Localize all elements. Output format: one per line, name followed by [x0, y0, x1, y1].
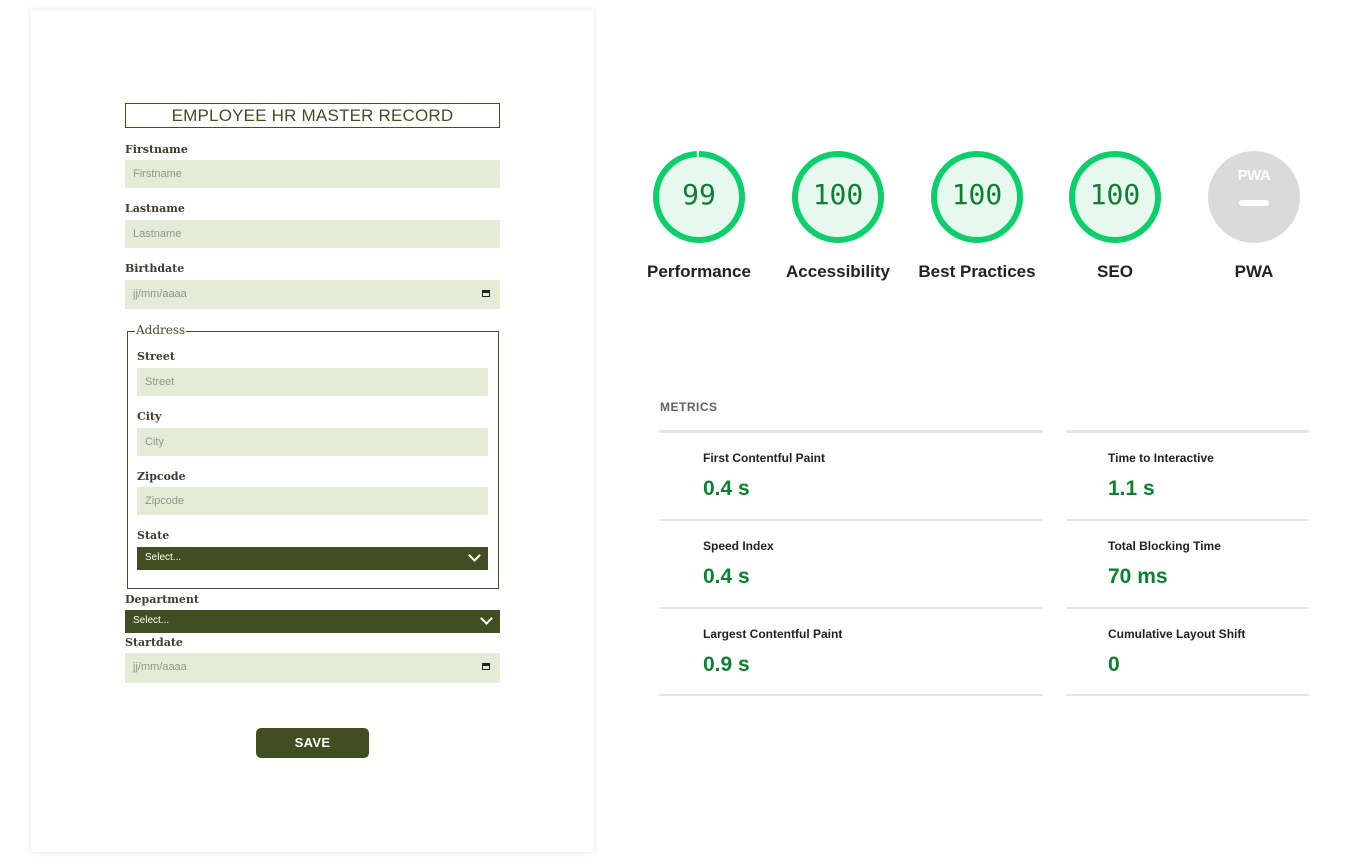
metric-value: 0.9 s — [703, 653, 750, 676]
city-label: City — [137, 410, 162, 423]
state-label: State — [137, 529, 170, 542]
zipcode-input[interactable]: Zipcode — [137, 487, 488, 515]
metrics-column-divider — [659, 430, 1043, 433]
department-select[interactable]: Select... — [125, 610, 500, 633]
chevron-down-icon — [480, 612, 493, 625]
street-input[interactable]: Street — [137, 368, 488, 396]
score-value: 100 — [812, 178, 864, 211]
metric-value: 0 — [1108, 653, 1120, 676]
metric-row-divider — [659, 607, 1043, 609]
address-legend: Address — [135, 323, 187, 337]
score-value: 100 — [1089, 178, 1141, 211]
metric-row-divider — [1066, 694, 1309, 696]
startdate-label: Startdate — [125, 636, 183, 649]
pwa-badge-text: PWA — [1237, 167, 1271, 184]
metric-label: Time to Interactive — [1108, 451, 1214, 465]
metric-row-divider — [659, 694, 1043, 696]
metric-label: Total Blocking Time — [1108, 539, 1221, 553]
birthdate-label: Birthdate — [125, 262, 185, 275]
score-gauge-pwa[interactable]: PWA PWA — [1207, 150, 1301, 281]
score-label: PWA — [1234, 262, 1274, 281]
metric-label: Speed Index — [703, 539, 774, 553]
calendar-icon[interactable] — [482, 663, 490, 670]
state-select[interactable]: Select... — [137, 547, 488, 570]
pwa-badge-icon — [1208, 151, 1300, 243]
metric-value: 1.1 s — [1108, 477, 1155, 500]
department-label: Department — [125, 593, 199, 606]
calendar-icon[interactable] — [482, 290, 490, 297]
firstname-label: Firstname — [125, 143, 188, 156]
score-value: 99 — [682, 178, 716, 211]
metric-row-divider — [1066, 519, 1309, 521]
startdate-placeholder: jj/mm/aaaa — [133, 661, 187, 673]
firstname-input[interactable]: Firstname — [125, 160, 500, 188]
score-gauge-seo[interactable]: 100 SEO — [1068, 150, 1162, 281]
birthdate-placeholder: jj/mm/aaaa — [133, 288, 187, 300]
metric-label: First Contentful Paint — [703, 451, 825, 465]
metric-value: 0.4 s — [703, 477, 750, 500]
metric-value: 0.4 s — [703, 565, 750, 588]
metrics-title: METRICS — [660, 400, 718, 414]
metric-row-divider — [659, 519, 1043, 521]
score-gauge-best-practices[interactable]: 100 Best Practices — [918, 150, 1036, 281]
metrics-column-divider — [1066, 430, 1309, 433]
chevron-down-icon — [468, 549, 481, 562]
zipcode-label: Zipcode — [137, 470, 186, 483]
dash-icon — [1239, 200, 1269, 206]
state-select-value: Select... — [145, 552, 182, 563]
metric-value: 70 ms — [1108, 565, 1168, 588]
department-select-value: Select... — [133, 615, 170, 626]
lastname-input[interactable]: Lastname — [125, 220, 500, 248]
form-card: EMPLOYEE HR MASTER RECORD Firstname Firs… — [31, 10, 594, 852]
city-input[interactable]: City — [137, 428, 488, 456]
score-gauge-accessibility[interactable]: 100 Accessibility — [786, 150, 890, 281]
birthdate-input[interactable]: jj/mm/aaaa — [125, 280, 500, 309]
metric-label: Cumulative Layout Shift — [1108, 627, 1246, 641]
lastname-label: Lastname — [125, 202, 185, 215]
metric-label: Largest Contentful Paint — [703, 627, 843, 641]
form-title: EMPLOYEE HR MASTER RECORD — [125, 103, 500, 128]
save-button[interactable]: SAVE — [256, 728, 369, 758]
score-gauge-performance[interactable]: 99 Performance — [647, 150, 751, 281]
metric-row-divider — [1066, 607, 1309, 609]
score-value: 100 — [951, 178, 1003, 211]
startdate-input[interactable]: jj/mm/aaaa — [125, 653, 500, 683]
employee-form: EMPLOYEE HR MASTER RECORD — [125, 103, 500, 128]
street-label: Street — [137, 350, 175, 363]
